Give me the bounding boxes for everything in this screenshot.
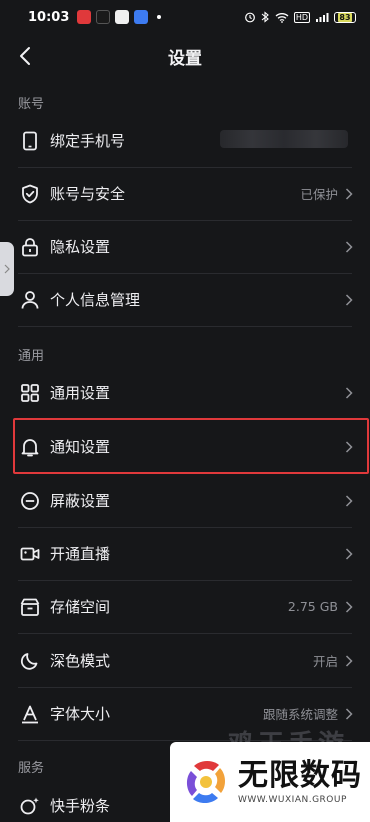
- settings-row-live[interactable]: 开通直播: [0, 527, 370, 580]
- chevron-right-icon: [345, 547, 353, 560]
- divider: [18, 326, 352, 327]
- hd-network-badge: HD: [293, 11, 310, 23]
- chevron-right-icon: [345, 494, 353, 507]
- alarm-icon: [244, 12, 255, 23]
- storage-box-icon: [20, 598, 40, 616]
- settings-row-account-security[interactable]: 账号与安全 已保护: [0, 167, 370, 220]
- row-label: 个人信息管理: [50, 291, 141, 309]
- highlight-annotation-box: [13, 418, 369, 474]
- chevron-right-icon: [345, 187, 353, 200]
- wifi-icon: [275, 12, 289, 23]
- section-header-services: 服务: [18, 761, 45, 776]
- phone-icon: [23, 131, 37, 150]
- row-label: 存储空间: [50, 598, 111, 616]
- watermark-subtitle: WWW.WUXIAN.GROUP: [238, 795, 347, 805]
- security-status-value: 已保护: [300, 187, 338, 202]
- section-header-general: 通用: [18, 349, 45, 364]
- minus-circle-icon: [21, 491, 39, 510]
- bluetooth-icon: [261, 11, 269, 23]
- moon-icon: [21, 652, 38, 670]
- lock-icon: [22, 237, 38, 256]
- row-label: 深色模式: [50, 652, 111, 670]
- more-notifications-dot: [157, 15, 162, 19]
- chevron-right-icon: [345, 707, 353, 720]
- chevron-right-icon: [345, 240, 353, 253]
- chevron-right-icon: [345, 386, 353, 399]
- row-label: 字体大小: [50, 705, 111, 723]
- row-label: 快手粉条: [50, 797, 111, 815]
- settings-row-general[interactable]: 通用设置: [0, 366, 370, 419]
- watermark-text-group: 无限数码 WWW.WUXIAN.GROUP: [238, 758, 362, 806]
- signal-icon: [316, 12, 329, 22]
- settings-row-dark-mode[interactable]: 深色模式 开启: [0, 634, 370, 687]
- chevron-right-icon: [345, 293, 353, 306]
- settings-row-privacy[interactable]: 隐私设置: [0, 220, 370, 273]
- back-arrow-icon[interactable]: [14, 44, 38, 68]
- watermark-title: 无限数码: [238, 758, 362, 793]
- font-size-value: 跟随系统调整: [262, 707, 338, 722]
- shield-check-icon: [22, 184, 38, 203]
- row-label: 账号与安全: [50, 185, 126, 203]
- section-header-account: 账号: [18, 97, 45, 112]
- settings-row-personal-info[interactable]: 个人信息管理: [0, 273, 370, 326]
- status-bar: 10:03 HD 83: [0, 0, 370, 34]
- chevron-right-icon: [345, 600, 353, 613]
- row-label: 屏蔽设置: [50, 492, 111, 510]
- row-label: 绑定手机号: [50, 132, 126, 150]
- watermark-logo-card: 无限数码 WWW.WUXIAN.GROUP: [170, 742, 370, 822]
- row-label: 开通直播: [50, 545, 111, 563]
- masked-phone-number: [220, 130, 348, 148]
- font-a-icon: [22, 705, 38, 723]
- page-title: 设置: [168, 48, 202, 69]
- notification-app-icon: [77, 10, 92, 24]
- settings-row-storage[interactable]: 存储空间 2.75 GB: [0, 580, 370, 633]
- battery-icon: 83: [334, 11, 356, 23]
- video-camera-icon: [20, 547, 40, 560]
- dark-mode-value: 开启: [312, 654, 338, 669]
- person-icon: [21, 290, 39, 309]
- storage-size-value: 2.75 GB: [287, 599, 338, 614]
- status-time: 10:03: [28, 9, 70, 25]
- notification-app-icon: [96, 10, 111, 24]
- fans-sparkle-icon: [20, 797, 39, 814]
- settings-row-block[interactable]: 屏蔽设置: [0, 474, 370, 527]
- row-label: 通用设置: [50, 384, 111, 402]
- chevron-right-icon: [345, 654, 353, 667]
- notification-app-icon: [134, 10, 149, 24]
- battery-level: 83: [338, 12, 352, 22]
- grid-icon: [21, 383, 39, 402]
- navigation-bar: 设置: [0, 34, 370, 78]
- row-label: 隐私设置: [50, 238, 111, 256]
- watermark-logo-icon: [186, 760, 226, 804]
- notification-app-icon: [115, 10, 130, 24]
